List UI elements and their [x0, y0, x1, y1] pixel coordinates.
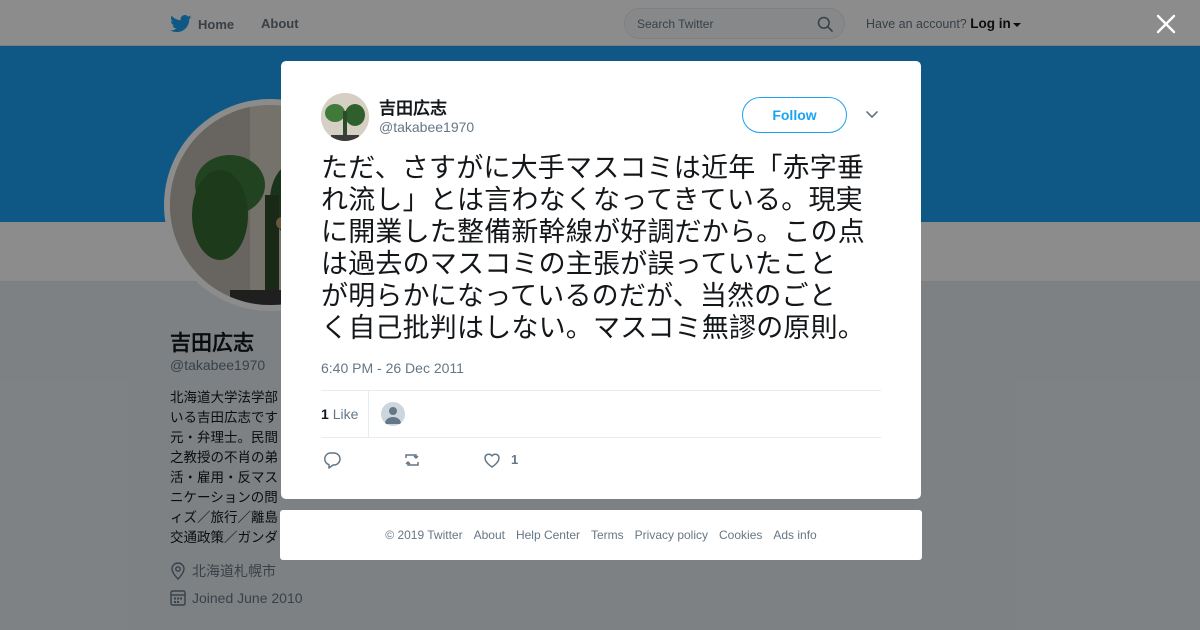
- tweet-text-line: は過去のマスコミの主張が誤っていたこと: [321, 249, 837, 280]
- tweet-author-avatar[interactable]: [321, 93, 369, 141]
- tweet-text-line: に開業した整備新幹線が好調だから。この点: [321, 217, 865, 248]
- tweet-stats: 1 Like: [321, 390, 881, 438]
- tweet-text-line: が明らかになっているのだが、当然のごと: [321, 281, 836, 312]
- tweet-text-line: く自己批判はしない。マスコミ無謬の原則。: [321, 313, 865, 344]
- likes-label: Like: [332, 406, 359, 422]
- footer-link-privacy-policy[interactable]: Privacy policy: [635, 528, 708, 542]
- tweet-text-line: れ流し」とは言わなくなってきている。現実: [321, 185, 863, 216]
- likes-count: 1: [321, 406, 329, 422]
- footer-link-about[interactable]: About: [474, 528, 505, 542]
- tweet-text: ただ、さすがに大手マスコミは近年「赤字垂 れ流し」とは言わなくなってきている。現…: [321, 153, 886, 345]
- liker-avatar[interactable]: [381, 402, 405, 426]
- modal-footer: © 2019 Twitter About Help Center Terms P…: [280, 510, 922, 560]
- tweet-text-line: ただ、さすがに大手マスコミは近年「赤字垂: [321, 153, 865, 184]
- tweet-modal: 吉田広志 @takabee1970 Follow ただ、さすがに大手マスコミは近…: [281, 61, 921, 499]
- tweet-actions: 1: [321, 449, 621, 471]
- footer-link-help-center[interactable]: Help Center: [516, 528, 580, 542]
- reply-icon[interactable]: [321, 449, 343, 471]
- default-avatar-icon: [385, 407, 401, 424]
- footer-link-ads-info[interactable]: Ads info: [773, 528, 816, 542]
- tweet-timestamp[interactable]: 6:40 PM - 26 Dec 2011: [321, 360, 464, 376]
- tweet-author-handle[interactable]: @takabee1970: [379, 119, 474, 135]
- like-action-count: 1: [511, 452, 519, 467]
- close-icon[interactable]: [1154, 12, 1178, 36]
- follow-button[interactable]: Follow: [742, 97, 847, 133]
- stats-divider: [368, 391, 369, 437]
- footer-link-terms[interactable]: Terms: [591, 528, 624, 542]
- author-avatar-image: [321, 93, 369, 141]
- footer-link-cookies[interactable]: Cookies: [719, 528, 762, 542]
- footer-copyright: © 2019 Twitter: [385, 528, 463, 542]
- heart-icon[interactable]: [481, 449, 503, 471]
- retweet-icon[interactable]: [401, 449, 423, 471]
- tweet-author-name[interactable]: 吉田広志: [379, 94, 447, 119]
- chevron-down-icon[interactable]: [865, 110, 879, 120]
- likes-stat[interactable]: 1 Like: [321, 406, 358, 422]
